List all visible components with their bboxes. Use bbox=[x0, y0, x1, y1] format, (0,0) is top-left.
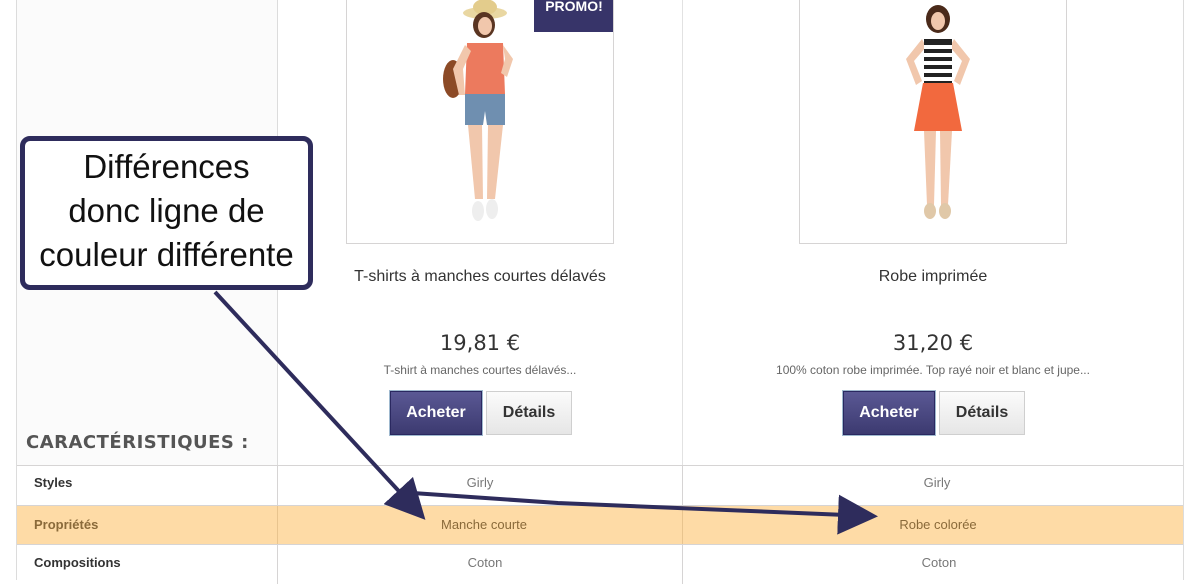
annotation-callout: Différences donc ligne de couleur différ… bbox=[20, 136, 313, 290]
annotation-arrows bbox=[213, 290, 878, 535]
annotation-line: donc ligne de bbox=[68, 192, 265, 229]
annotation-line: couleur différente bbox=[39, 236, 294, 273]
annotation-line: Différences bbox=[83, 148, 250, 185]
